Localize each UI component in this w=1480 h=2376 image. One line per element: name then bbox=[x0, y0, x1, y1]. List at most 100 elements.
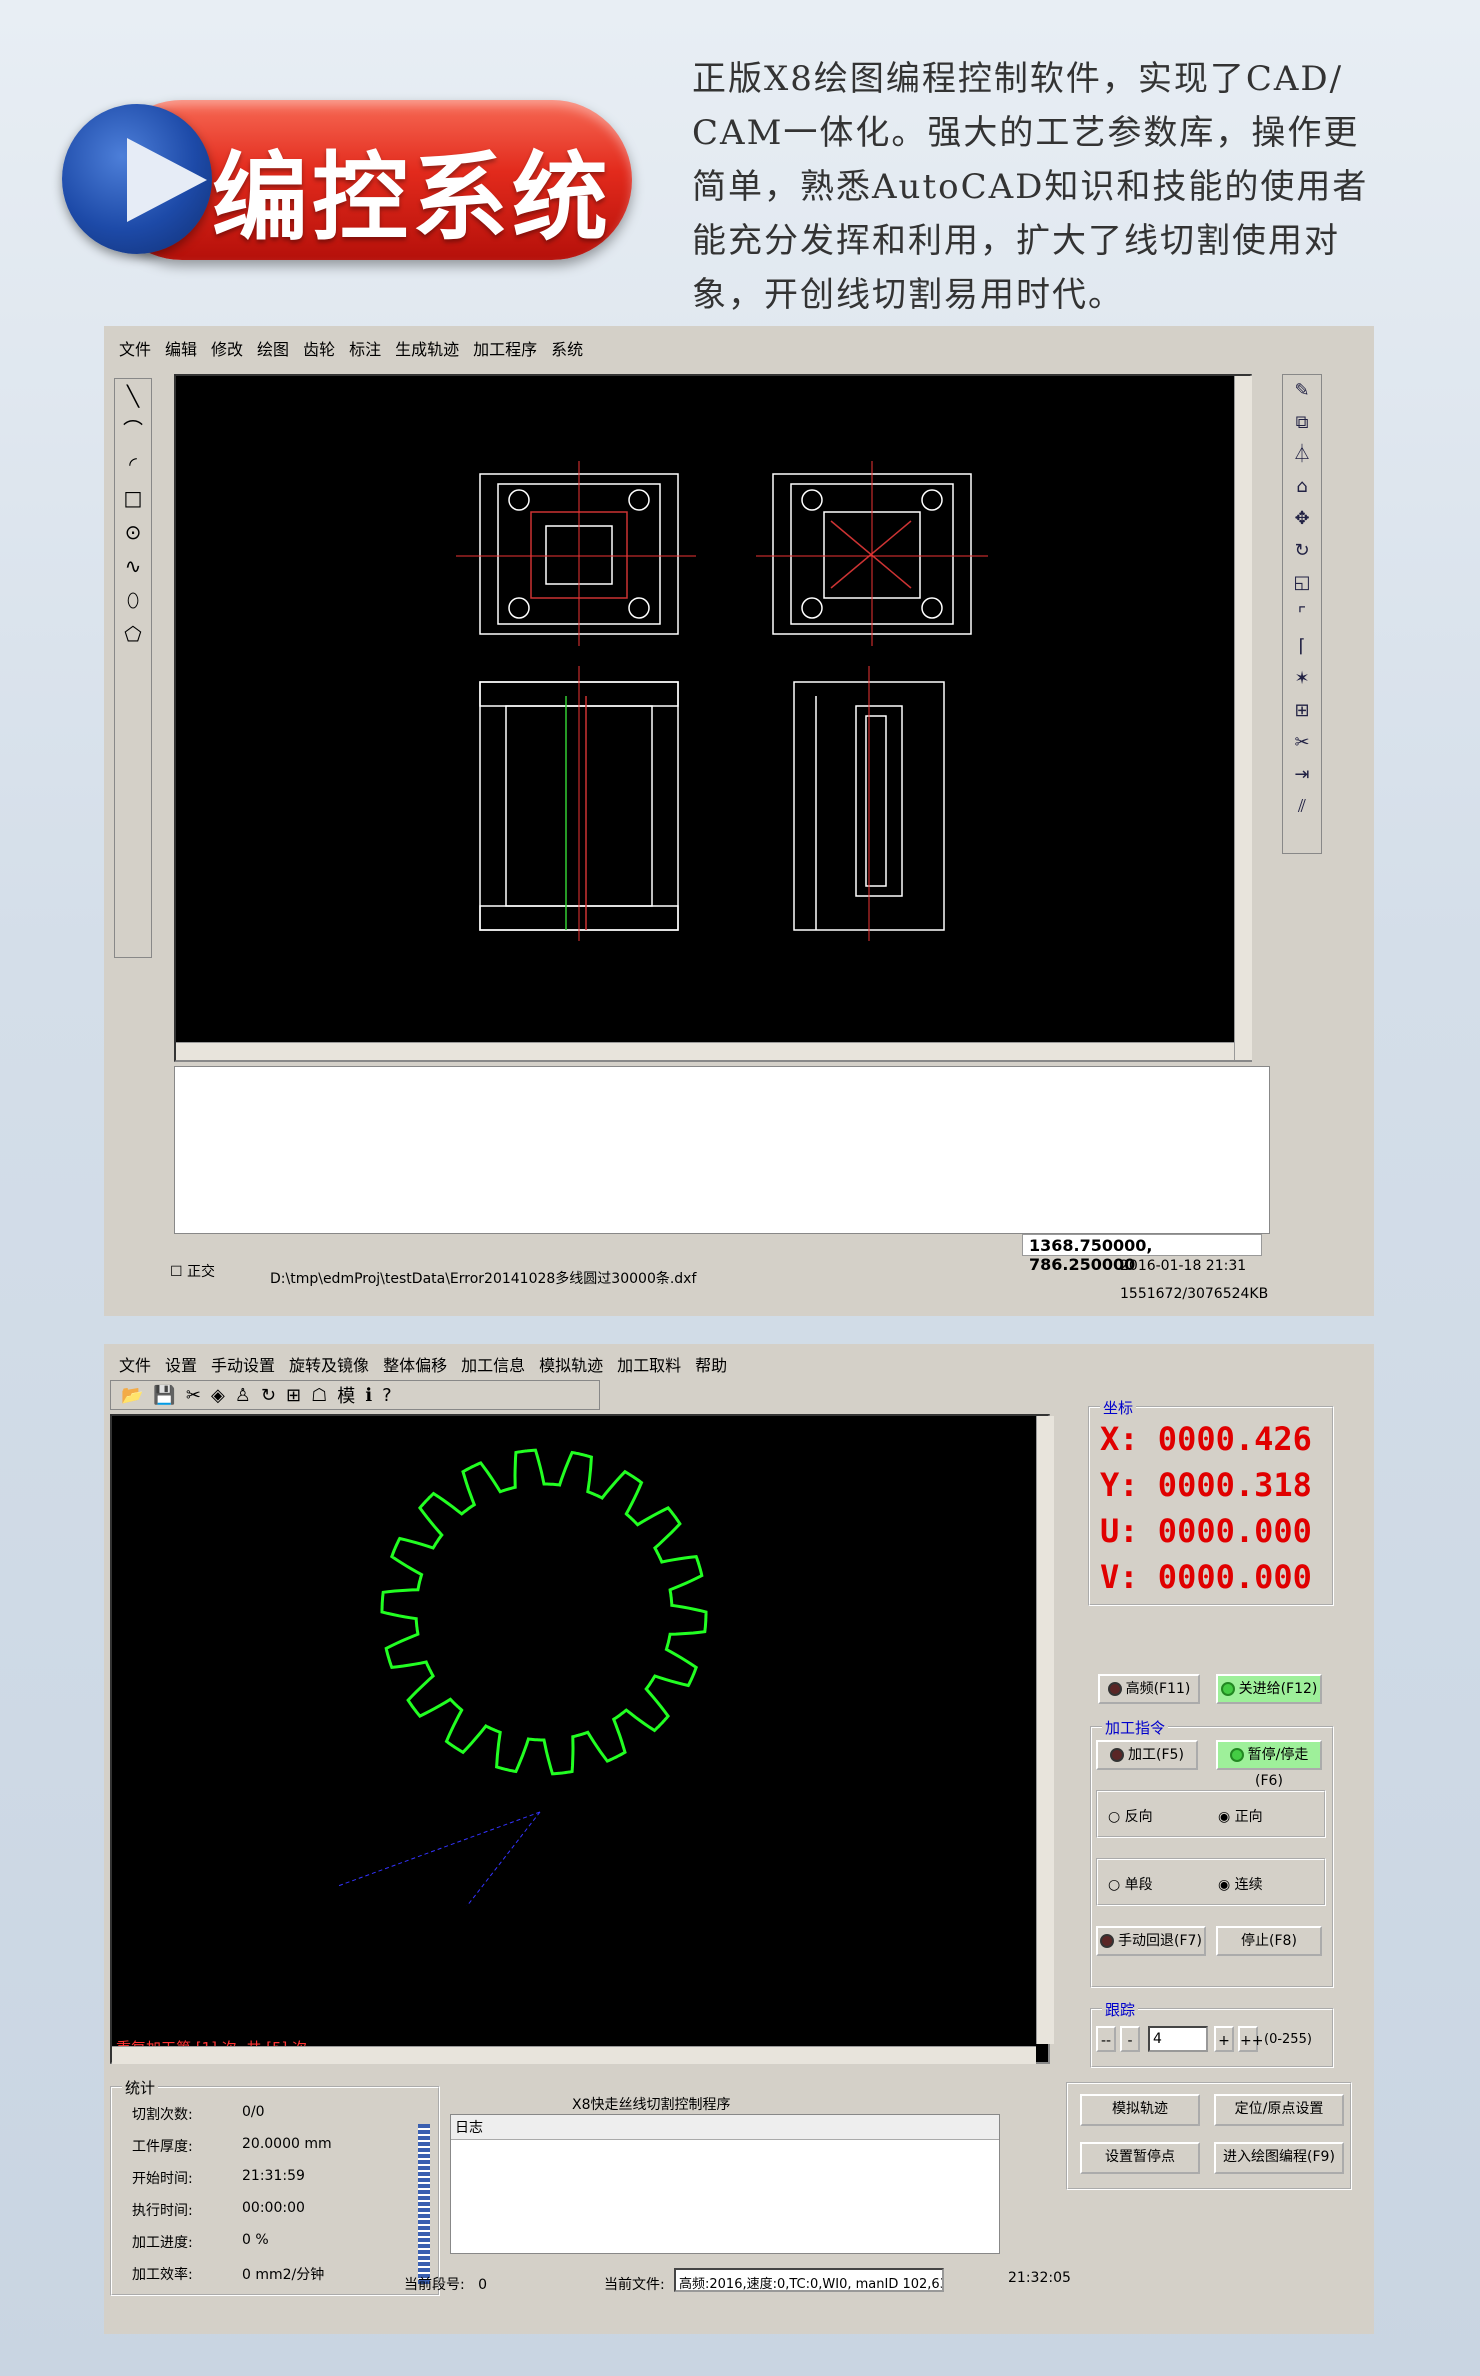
user-icon[interactable]: ♙ bbox=[235, 1385, 251, 1406]
array-icon[interactable]: ⌂ bbox=[1283, 471, 1321, 503]
tools-icon[interactable]: ✂ bbox=[186, 1385, 201, 1406]
circle-icon[interactable]: ⊙ bbox=[115, 515, 151, 549]
track-min-button[interactable]: -- bbox=[1096, 2026, 1116, 2052]
pause-button[interactable]: 暂停/停走(F6) bbox=[1216, 1740, 1322, 1789]
line-icon[interactable]: ╲ bbox=[115, 379, 151, 413]
fillet-icon[interactable]: ⌜ bbox=[1283, 599, 1321, 631]
trim-icon[interactable]: ✂ bbox=[1283, 727, 1321, 759]
manual-back-button[interactable]: 手动回退(F7) bbox=[1096, 1926, 1206, 1956]
open-icon[interactable]: 📂 bbox=[121, 1385, 143, 1406]
cursor-coords: 1368.750000, 786.250000 bbox=[1022, 1234, 1262, 1274]
process-button[interactable]: 加工(F5) bbox=[1096, 1740, 1198, 1770]
rect-icon[interactable]: □ bbox=[115, 481, 151, 515]
title-banner: 编控系统 bbox=[62, 100, 632, 260]
menu-draw[interactable]: 绘图 bbox=[250, 332, 296, 360]
menu-manual[interactable]: 手动设置 bbox=[204, 1348, 282, 1376]
erase-icon[interactable]: ✎ bbox=[1283, 375, 1321, 407]
menu-file[interactable]: 文件 bbox=[112, 1348, 158, 1376]
stats-row: 加工进度: 0 % bbox=[132, 2232, 269, 2251]
cad-drawing-canvas[interactable] bbox=[174, 374, 1252, 1062]
intro-line: 正版X8绘图编程控制软件，实现了CAD/ bbox=[692, 59, 1344, 99]
menu-simulate[interactable]: 模拟轨迹 bbox=[532, 1348, 610, 1376]
spline-icon[interactable]: ∿ bbox=[115, 549, 151, 583]
grid-icon[interactable]: ⊞ bbox=[1283, 695, 1321, 727]
arrow-icon bbox=[127, 138, 207, 222]
simulate-button[interactable]: 模拟轨迹 bbox=[1080, 2094, 1200, 2126]
arc3p-icon[interactable]: ⌒ bbox=[115, 413, 151, 447]
arc-icon[interactable]: ◜ bbox=[115, 447, 151, 481]
copy-icon[interactable]: ⧉ bbox=[1283, 407, 1321, 439]
banner-title: 编控系统 bbox=[212, 142, 612, 254]
control-window: 文件 设置 手动设置 旋转及镜像 整体偏移 加工信息 模拟轨迹 加工取料 帮助 … bbox=[104, 1344, 1374, 2334]
gear-path bbox=[337, 1448, 708, 1907]
ortho-checkbox[interactable]: ☐ 正交 bbox=[170, 1261, 215, 1281]
indicator-icon bbox=[1100, 1934, 1115, 1948]
close-feed-button[interactable]: 关进给(F12) bbox=[1216, 1674, 1322, 1704]
command-area[interactable] bbox=[174, 1066, 1270, 1234]
program-title: X8快走丝线切割控制程序 bbox=[572, 2097, 731, 2113]
menu-modify[interactable]: 修改 bbox=[204, 332, 250, 360]
refresh-icon[interactable]: ↻ bbox=[261, 1385, 276, 1406]
menu-rotate-mirror[interactable]: 旋转及镜像 bbox=[282, 1348, 376, 1376]
indicator-icon bbox=[1107, 1682, 1122, 1696]
path-line bbox=[337, 1811, 541, 1887]
reverse-radio[interactable]: ○ 反向 bbox=[1108, 1806, 1153, 1826]
save-icon[interactable]: 💾 bbox=[153, 1385, 175, 1406]
mirror-icon[interactable]: ⏃ bbox=[1283, 439, 1321, 471]
cad-hscroll[interactable] bbox=[176, 1042, 1234, 1060]
scale-icon[interactable]: ◱ bbox=[1283, 567, 1321, 599]
enter-cad-button[interactable]: 进入绘图编程(F9) bbox=[1214, 2142, 1344, 2174]
gear-outline bbox=[380, 1448, 708, 1776]
high-freq-button[interactable]: 高频(F11) bbox=[1098, 1674, 1200, 1704]
track-inc-button[interactable]: + bbox=[1214, 2026, 1234, 2052]
track-max-button[interactable]: ++ bbox=[1238, 2026, 1263, 2052]
sim-canvas[interactable]: 重复加工第 [1] 次, 共 [5] 次 bbox=[110, 1414, 1050, 2064]
stats-row: 开始时间: 21:31:59 bbox=[132, 2168, 305, 2187]
panel-title: 坐标 bbox=[1100, 1397, 1137, 1418]
cad-vscroll[interactable] bbox=[1234, 376, 1252, 1060]
layers-icon[interactable]: ☖ bbox=[311, 1385, 327, 1406]
menu-info[interactable]: 加工信息 bbox=[454, 1348, 532, 1376]
menu-offset[interactable]: 整体偏移 bbox=[376, 1348, 454, 1376]
segment-label: 当前段号: 0 bbox=[404, 2277, 487, 2293]
tag-icon[interactable]: ◈ bbox=[211, 1385, 225, 1406]
left-draw-toolbar: ╲ ⌒ ◜ □ ⊙ ∿ ⬯ ⬠ bbox=[114, 378, 152, 958]
rotate-icon[interactable]: ↻ bbox=[1283, 535, 1321, 567]
menu-generate-path[interactable]: 生成轨迹 bbox=[388, 332, 466, 360]
menu-file[interactable]: 文件 bbox=[112, 332, 158, 360]
log-panel: 日志 bbox=[450, 2114, 1000, 2254]
menu-material[interactable]: 加工取料 bbox=[610, 1348, 688, 1376]
model-button[interactable]: 模 bbox=[337, 1382, 355, 1408]
set-pause-button[interactable]: 设置暂停点 bbox=[1080, 2142, 1200, 2174]
break-icon[interactable]: ⫽ bbox=[1283, 791, 1321, 823]
grid-icon[interactable]: ⊞ bbox=[286, 1385, 301, 1406]
menu-help[interactable]: 帮助 bbox=[688, 1348, 734, 1376]
panel-title: 统计 bbox=[122, 2077, 159, 2098]
sim-vscroll[interactable] bbox=[1036, 1416, 1054, 2044]
explode-icon[interactable]: ✶ bbox=[1283, 663, 1321, 695]
stop-button[interactable]: 停止(F8) bbox=[1216, 1926, 1322, 1956]
track-dec-button[interactable]: - bbox=[1120, 2026, 1140, 2052]
help-icon[interactable]: ? bbox=[382, 1385, 392, 1406]
menu-system[interactable]: 系统 bbox=[544, 332, 590, 360]
stats-row: 执行时间: 00:00:00 bbox=[132, 2200, 305, 2219]
continuous-radio[interactable]: ◉ 连续 bbox=[1218, 1874, 1263, 1894]
menu-program[interactable]: 加工程序 bbox=[466, 332, 544, 360]
menu-settings[interactable]: 设置 bbox=[158, 1348, 204, 1376]
mode-group: ○ 单段 ◉ 连续 bbox=[1096, 1858, 1326, 1906]
polygon-icon[interactable]: ⬠ bbox=[115, 617, 151, 651]
forward-radio[interactable]: ◉ 正向 bbox=[1218, 1806, 1263, 1826]
track-input[interactable]: 4 bbox=[1148, 2026, 1208, 2052]
extend-icon[interactable]: ⇥ bbox=[1283, 759, 1321, 791]
info-icon[interactable]: ℹ bbox=[365, 1385, 372, 1406]
menu-gear[interactable]: 齿轮 bbox=[296, 332, 342, 360]
sim-hscroll[interactable] bbox=[112, 2046, 1036, 2064]
ellipse-icon[interactable]: ⬯ bbox=[115, 583, 151, 617]
menu-edit[interactable]: 编辑 bbox=[158, 332, 204, 360]
menu-dimension[interactable]: 标注 bbox=[342, 332, 388, 360]
path-line bbox=[466, 1811, 541, 1907]
move-icon[interactable]: ✥ bbox=[1283, 503, 1321, 535]
origin-button[interactable]: 定位/原点设置 bbox=[1214, 2094, 1344, 2126]
single-radio[interactable]: ○ 单段 bbox=[1108, 1874, 1153, 1894]
chamfer-icon[interactable]: ⌈ bbox=[1283, 631, 1321, 663]
